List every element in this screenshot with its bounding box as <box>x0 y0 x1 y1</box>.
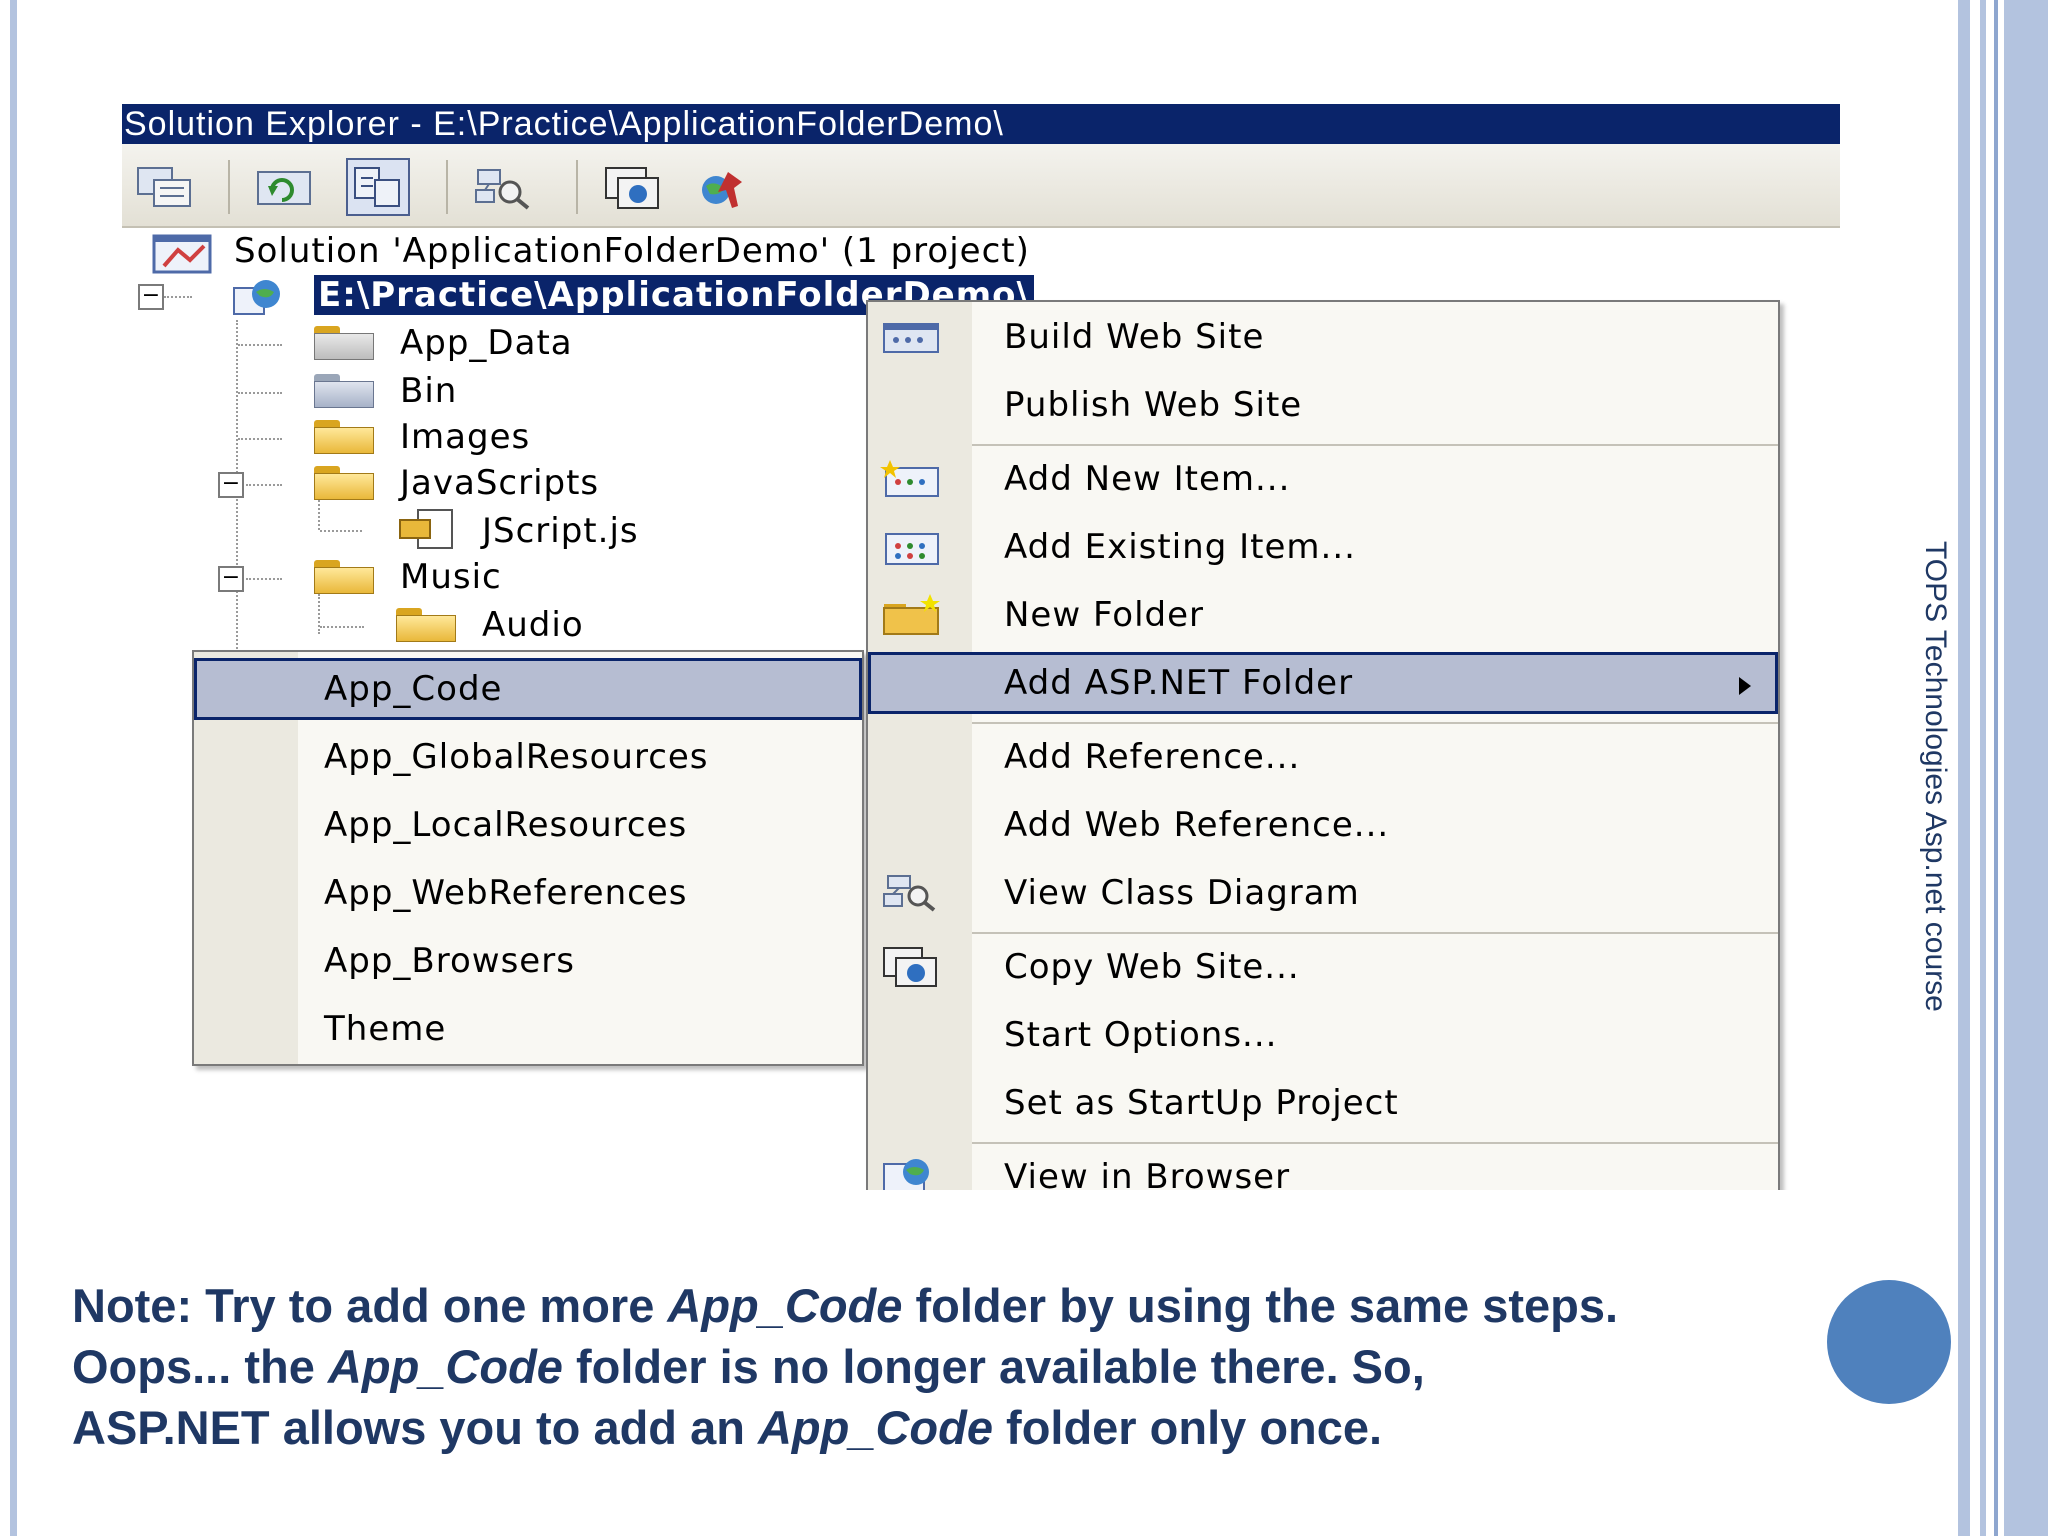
properties-icon[interactable] <box>132 158 196 216</box>
menu-item-set-as-startup-project[interactable]: Set as StartUp Project <box>868 1072 1778 1134</box>
menu-item-new-folder[interactable]: New Folder <box>868 584 1778 646</box>
collapse-music-icon[interactable]: − <box>218 566 244 592</box>
copy-web-site-icon[interactable] <box>600 158 664 216</box>
audio-folder-icon <box>396 608 456 642</box>
menu-item-start-options[interactable]: Start Options... <box>868 1004 1778 1066</box>
menu-item-build-web-site[interactable]: Build Web Site <box>868 306 1778 368</box>
submenu-item-app-code[interactable]: App_Code <box>194 658 862 720</box>
asp-net-configuration-icon[interactable] <box>692 158 756 216</box>
tree-item-app-data[interactable]: App_Data <box>400 320 573 366</box>
submenu-item-app-localresources[interactable]: App_LocalResources <box>194 794 862 856</box>
web-project-icon <box>230 276 284 324</box>
right-decorative-band <box>1958 0 2048 1536</box>
view-in-browser-icon <box>883 1159 929 1190</box>
solution-node[interactable]: Solution 'ApplicationFolderDemo' (1 proj… <box>234 228 1030 274</box>
copy-web-site-icon <box>883 947 937 987</box>
menu-item-copy-web-site[interactable]: Copy Web Site... <box>868 936 1778 998</box>
solution-icon <box>152 230 216 278</box>
decorative-circle <box>1827 1280 1951 1404</box>
solution-explorer-screenshot: Solution Explorer - E:\Practice\Applicat… <box>122 104 1840 1190</box>
tree-item-bin[interactable]: Bin <box>400 368 457 414</box>
tree-item-javascripts[interactable]: JavaScripts <box>400 460 599 506</box>
asp-net-folder-submenu: App_Code App_GlobalResources App_LocalRe… <box>192 650 864 1066</box>
collapse-project-icon[interactable]: − <box>138 284 164 310</box>
project-context-menu: Build Web Site Publish Web Site Add New … <box>866 300 1780 1190</box>
note-line-2: Oops... the App_Code folder is no longer… <box>72 1340 1425 1393</box>
submenu-arrow-icon <box>1739 677 1751 695</box>
app-data-folder-icon <box>314 326 374 360</box>
tree-item-music[interactable]: Music <box>400 554 502 600</box>
menu-item-add-asp-net-folder[interactable]: Add ASP.NET Folder <box>868 652 1778 714</box>
solution-explorer-title: Solution Explorer - E:\Practice\Applicat… <box>122 104 1840 144</box>
bin-folder-icon <box>314 374 374 408</box>
note-line-3: ASP.NET allows you to add an App_Code fo… <box>72 1401 1383 1454</box>
javascripts-folder-icon <box>314 466 374 500</box>
submenu-item-app-webreferences[interactable]: App_WebReferences <box>194 862 862 924</box>
course-side-label: TOPS Technologies Asp.net course <box>1919 541 1952 1012</box>
tree-item-jscript[interactable]: JScript.js <box>482 508 639 554</box>
refresh-icon[interactable] <box>252 158 316 216</box>
build-icon <box>883 323 939 353</box>
add-existing-item-icon <box>885 533 939 565</box>
solution-explorer-toolbar <box>122 144 1840 228</box>
menu-item-add-existing-item[interactable]: Add Existing Item... <box>868 516 1778 578</box>
submenu-item-app-globalresources[interactable]: App_GlobalResources <box>194 726 862 788</box>
menu-item-add-new-item[interactable]: Add New Item... <box>868 448 1778 510</box>
music-folder-icon <box>314 560 374 594</box>
menu-item-view-class-diagram[interactable]: View Class Diagram <box>868 862 1778 924</box>
tree-item-images[interactable]: Images <box>400 414 530 460</box>
nest-related-files-icon[interactable] <box>346 158 410 216</box>
new-folder-icon <box>883 594 940 635</box>
left-decorative-stripe <box>10 0 17 1536</box>
class-diagram-icon <box>883 875 936 912</box>
menu-item-add-web-reference[interactable]: Add Web Reference... <box>868 794 1778 856</box>
submenu-item-theme[interactable]: Theme <box>194 998 862 1060</box>
tree-item-audio[interactable]: Audio <box>482 602 584 648</box>
view-class-diagram-icon[interactable] <box>470 158 534 216</box>
menu-item-add-reference[interactable]: Add Reference... <box>868 726 1778 788</box>
menu-item-view-in-browser[interactable]: View in Browser <box>868 1146 1778 1190</box>
add-new-item-icon <box>880 460 939 497</box>
menu-item-publish-web-site[interactable]: Publish Web Site <box>868 374 1778 436</box>
submenu-item-app-browsers[interactable]: App_Browsers <box>194 930 862 992</box>
images-folder-icon <box>314 420 374 454</box>
javascript-file-icon <box>396 508 460 554</box>
slide-note: Note: Try to add one more App_Code folde… <box>72 1275 1792 1458</box>
collapse-javascripts-icon[interactable]: − <box>218 472 244 498</box>
note-line-1: Note: Try to add one more App_Code folde… <box>72 1279 1619 1332</box>
